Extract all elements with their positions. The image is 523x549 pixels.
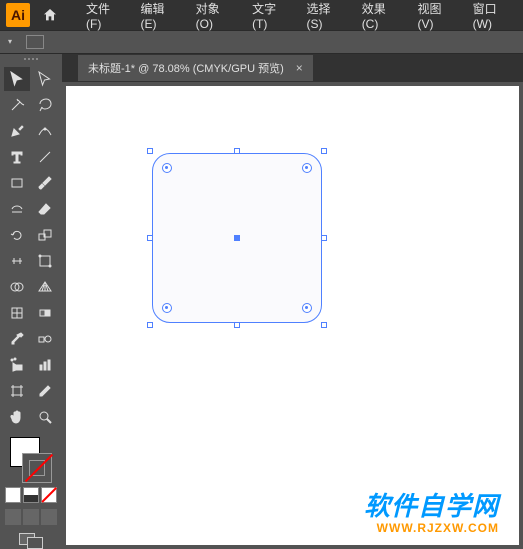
direct-selection-tool[interactable] [32,67,58,91]
screen-mode-icon[interactable] [19,533,43,549]
hand-tool[interactable] [4,405,30,429]
menu-file[interactable]: 文件(F) [78,0,132,31]
app-logo[interactable]: Ai [6,3,30,27]
handle-middle-left[interactable] [147,235,153,241]
draw-mode-row [5,509,57,525]
paintbrush-tool[interactable] [32,171,58,195]
width-tool[interactable] [4,249,30,273]
color-mode-row [5,487,57,503]
blend-tool[interactable] [32,327,58,351]
eyedropper-tool[interactable] [4,327,30,351]
menu-effect[interactable]: 效果(C) [354,0,410,31]
menu-type[interactable]: 文字(T) [244,0,298,31]
menu-bar: 文件(F) 编辑(E) 对象(O) 文字(T) 选择(S) 效果(C) 视图(V… [78,0,523,31]
handle-bottom-left[interactable] [147,322,153,328]
column-graph-tool[interactable] [32,353,58,377]
slice-tool[interactable] [32,379,58,403]
pen-tool[interactable] [4,119,30,143]
draw-behind[interactable] [23,509,39,525]
control-dropdown-icon[interactable]: ▾ [8,37,18,47]
title-bar: Ai 文件(F) 编辑(E) 对象(O) 文字(T) 选择(S) 效果(C) 视… [0,0,523,30]
shape-builder-tool[interactable] [4,275,30,299]
free-transform-tool[interactable] [32,249,58,273]
menu-edit[interactable]: 编辑(E) [132,0,187,31]
watermark-url: WWW.RJZXW.COM [364,521,499,535]
color-mode-solid[interactable] [5,487,21,503]
canvas[interactable]: 软件自学网 WWW.RJZXW.COM [66,86,519,545]
control-bar: ▾ [0,30,523,54]
menu-select[interactable]: 选择(S) [299,0,354,31]
magic-wand-tool[interactable] [4,93,30,117]
document-tab-bar: 未标题-1* @ 78.08% (CMYK/GPU 预览) × [62,54,523,82]
toolbar-drag-handle[interactable] [11,58,51,63]
control-swatch[interactable] [26,35,44,49]
gradient-tool[interactable] [32,301,58,325]
home-icon[interactable] [42,7,58,23]
rectangle-tool[interactable] [4,171,30,195]
main-area: 未标题-1* @ 78.08% (CMYK/GPU 预览) × [0,54,523,549]
close-icon[interactable]: × [296,61,303,75]
perspective-grid-tool[interactable] [32,275,58,299]
type-tool[interactable] [4,145,30,169]
selected-shape[interactable] [152,153,322,323]
eraser-tool[interactable] [32,197,58,221]
draw-inside[interactable] [41,509,57,525]
fill-stroke-control[interactable] [6,437,56,482]
shaper-tool[interactable] [4,197,30,221]
menu-object[interactable]: 对象(O) [188,0,244,31]
document-tab-label: 未标题-1* @ 78.08% (CMYK/GPU 预览) [88,60,284,76]
lasso-tool[interactable] [32,93,58,117]
selection-tool[interactable] [4,67,30,91]
handle-top-right[interactable] [321,148,327,154]
toolbar [0,54,62,549]
canvas-container: 软件自学网 WWW.RJZXW.COM [62,82,523,549]
curvature-tool[interactable] [32,119,58,143]
tool-grid [4,67,58,429]
selection-bounding-box [150,151,324,325]
scale-tool[interactable] [32,223,58,247]
handle-middle-right[interactable] [321,235,327,241]
artboard-tool[interactable] [4,379,30,403]
handle-bottom-right[interactable] [321,322,327,328]
handle-bottom-middle[interactable] [234,322,240,328]
workspace: 未标题-1* @ 78.08% (CMYK/GPU 预览) × [62,54,523,549]
draw-normal[interactable] [5,509,21,525]
document-tab[interactable]: 未标题-1* @ 78.08% (CMYK/GPU 预览) × [78,55,313,81]
menu-window[interactable]: 窗口(W) [465,0,523,31]
zoom-tool[interactable] [32,405,58,429]
rotate-tool[interactable] [4,223,30,247]
symbol-sprayer-tool[interactable] [4,353,30,377]
handle-top-left[interactable] [147,148,153,154]
menu-view[interactable]: 视图(V) [409,0,464,31]
handle-top-middle[interactable] [234,148,240,154]
mesh-tool[interactable] [4,301,30,325]
color-mode-none[interactable] [41,487,57,503]
line-segment-tool[interactable] [32,145,58,169]
watermark-title: 软件自学网 [364,486,499,523]
color-mode-gradient[interactable] [23,487,39,503]
center-point[interactable] [234,235,240,241]
watermark: 软件自学网 WWW.RJZXW.COM [364,486,499,535]
